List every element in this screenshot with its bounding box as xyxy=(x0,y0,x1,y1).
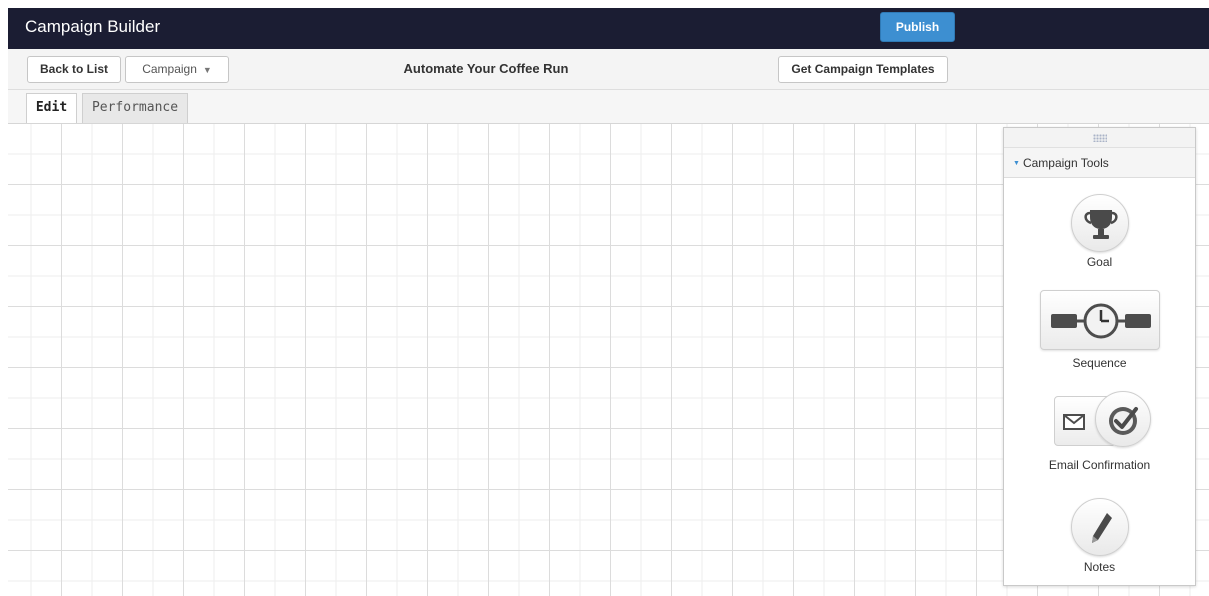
app-header: Campaign Builder Publish xyxy=(8,8,1209,49)
campaign-tools-title: Campaign Tools xyxy=(1022,156,1109,170)
chevron-down-icon: ▼ xyxy=(202,65,212,75)
goal-label: Goal xyxy=(1086,255,1113,269)
grip-icon xyxy=(1092,134,1107,142)
notes-label: Notes xyxy=(1083,560,1116,574)
sequence-label: Sequence xyxy=(1072,356,1127,370)
campaign-tools-header[interactable]: ▼ Campaign Tools xyxy=(1004,148,1195,178)
tab-edit[interactable]: Edit xyxy=(26,93,77,124)
campaign-dropdown-value: Campaign xyxy=(142,62,197,76)
panel-drag-handle[interactable] xyxy=(1004,128,1195,148)
campaign-tools-panel: ▼ Campaign Tools Goal Sequence Email Con… xyxy=(1003,127,1196,586)
tab-performance[interactable]: Performance xyxy=(82,93,188,123)
tab-bar: Edit Performance xyxy=(8,90,1209,124)
checkmark-icon xyxy=(1095,391,1151,447)
pencil-icon xyxy=(1071,498,1129,556)
campaign-builder-app: Campaign Builder Publish Back to List Ca… xyxy=(0,0,1209,596)
trophy-icon xyxy=(1071,194,1129,252)
email-confirmation-label: Email Confirmation xyxy=(1048,458,1151,472)
collapse-triangle-icon: ▼ xyxy=(1013,160,1020,167)
publish-button[interactable]: Publish xyxy=(880,12,955,42)
sequence-clock-icon xyxy=(1040,290,1160,350)
back-to-list-button[interactable]: Back to List xyxy=(27,56,121,83)
app-title: Campaign Builder xyxy=(25,17,161,36)
campaign-name: Automate Your Coffee Run xyxy=(403,61,569,76)
campaign-dropdown[interactable]: Campaign ▼ xyxy=(125,56,229,83)
toolbar: Back to List Campaign ▼ Automate Your Cof… xyxy=(8,49,1209,90)
get-templates-button[interactable]: Get Campaign Templates xyxy=(778,56,948,83)
